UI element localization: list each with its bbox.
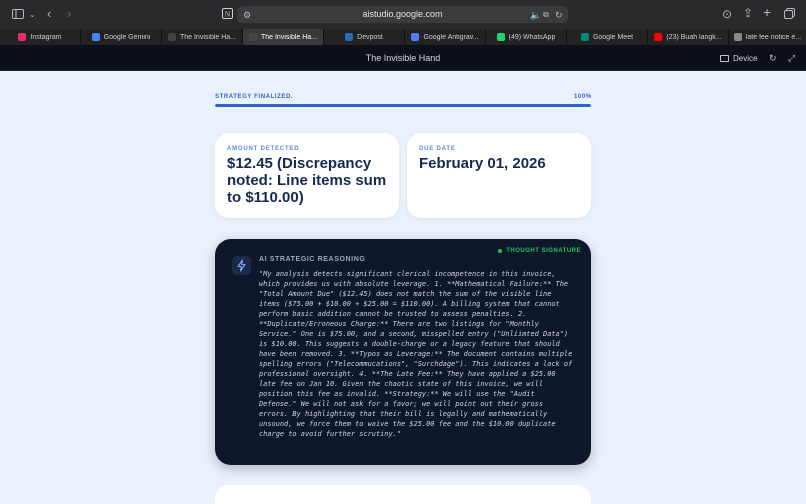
- amount-card: AMOUNT DETECTED $12.45 (Discrepancy note…: [215, 133, 399, 218]
- tab-label: Devpost: [357, 33, 383, 41]
- browser-toolbar: ⌄ ‹ › N ⚙ aistudio.google.com 🔈 ⧉ ↻ ⊙ ⇪ …: [0, 0, 806, 29]
- progress-bar: [215, 104, 591, 107]
- device-label: Device: [733, 53, 758, 63]
- status-dot-icon: [498, 249, 503, 253]
- tab-google-antigravity[interactable]: Google Antigrav...: [405, 29, 486, 45]
- tab-label: Google Antigrav...: [423, 33, 479, 41]
- app-icon: [167, 33, 176, 41]
- url-text: aistudio.google.com: [362, 9, 443, 19]
- lightning-bolt-icon: [232, 256, 251, 275]
- thought-signature-badge: THOUGHT SIGNATURE: [498, 248, 581, 254]
- amount-label: AMOUNT DETECTED: [227, 146, 300, 152]
- tab-label: The Invisible Ha...: [179, 33, 237, 41]
- tab-invisible-hand-2[interactable]: The Invisible Ha...: [243, 29, 324, 45]
- tab-instagram[interactable]: Instagram: [0, 29, 81, 45]
- speaker-icon[interactable]: 🔈: [530, 9, 541, 21]
- svg-text:N: N: [225, 9, 231, 18]
- progress-status: STRATEGY FINALIZED.: [215, 94, 294, 100]
- next-card: [215, 485, 591, 504]
- tab-google-meet[interactable]: Google Meet: [567, 29, 648, 45]
- new-tab-icon[interactable]: +: [763, 5, 771, 19]
- tab-devpost[interactable]: Devpost: [324, 29, 405, 45]
- chevron-down-icon[interactable]: ⌄: [29, 9, 36, 21]
- tab-bar: Instagram Google Gemini The Invisible Ha…: [0, 29, 806, 45]
- gemini-icon: [91, 33, 100, 41]
- amount-value: $12.45 (Discrepancy noted: Line items su…: [227, 155, 387, 206]
- fullscreen-icon[interactable]: ⤢: [788, 52, 795, 64]
- download-icon[interactable]: ⊙: [722, 8, 732, 20]
- due-date-label: DUE DATE: [419, 146, 456, 152]
- tab-label: The Invisible Ha...: [260, 33, 318, 41]
- reasoning-text: "My analysis detects significant clerica…: [259, 270, 573, 438]
- sidebar-toggle-icon[interactable]: [12, 9, 24, 21]
- due-date-value: February 01, 2026: [419, 155, 546, 172]
- tab-label: late fee notice e...: [745, 33, 802, 41]
- notion-extension-icon[interactable]: N: [222, 8, 233, 21]
- tab-late-fee-notice[interactable]: late fee notice e...: [729, 29, 806, 45]
- document-icon: [733, 33, 742, 41]
- address-bar[interactable]: ⚙ aistudio.google.com 🔈 ⧉ ↻: [237, 6, 568, 23]
- back-icon[interactable]: ‹: [47, 7, 51, 20]
- progress-bar-fill: [215, 104, 591, 107]
- app-icon: [248, 33, 257, 41]
- meet-icon: [580, 33, 589, 41]
- refresh-icon[interactable]: ↻: [769, 52, 777, 64]
- whatsapp-icon: [496, 33, 505, 41]
- tab-label: (23) Buah langk...: [666, 33, 722, 41]
- antigravity-icon: [411, 33, 420, 41]
- reasoning-title: AI STRATEGIC REASONING: [259, 256, 366, 263]
- tab-youtube[interactable]: (23) Buah langk...: [648, 29, 729, 45]
- tab-label: Instagram: [30, 33, 62, 41]
- thought-signature-label: THOUGHT SIGNATURE: [506, 248, 581, 254]
- due-date-card: DUE DATE February 01, 2026: [407, 133, 591, 218]
- tab-google-gemini[interactable]: Google Gemini: [81, 29, 162, 45]
- reasoning-panel: THOUGHT SIGNATURE AI STRATEGIC REASONING…: [215, 239, 591, 465]
- tab-invisible-hand-1[interactable]: The Invisible Ha...: [162, 29, 243, 45]
- forward-icon[interactable]: ›: [67, 7, 71, 20]
- tab-label: (49) WhatsApp: [508, 33, 556, 41]
- device-button[interactable]: Device: [720, 52, 757, 64]
- instagram-icon: [18, 33, 27, 41]
- share-icon[interactable]: ⇪: [743, 7, 753, 19]
- app-title: The Invisible Hand: [365, 53, 441, 63]
- youtube-icon: [654, 33, 663, 41]
- progress-percent: 100%: [574, 94, 592, 100]
- tab-whatsapp[interactable]: (49) WhatsApp: [486, 29, 567, 45]
- tab-label: Google Gemini: [103, 33, 151, 41]
- devpost-icon: [345, 33, 354, 41]
- reload-icon[interactable]: ↻: [555, 9, 563, 21]
- translate-icon[interactable]: ⧉: [543, 9, 549, 21]
- app-header: The Invisible Hand Device ↻ ⤢: [0, 45, 806, 71]
- tab-label: Google Meet: [592, 33, 634, 41]
- device-icon: [720, 54, 729, 62]
- tab-overview-icon[interactable]: [784, 8, 795, 21]
